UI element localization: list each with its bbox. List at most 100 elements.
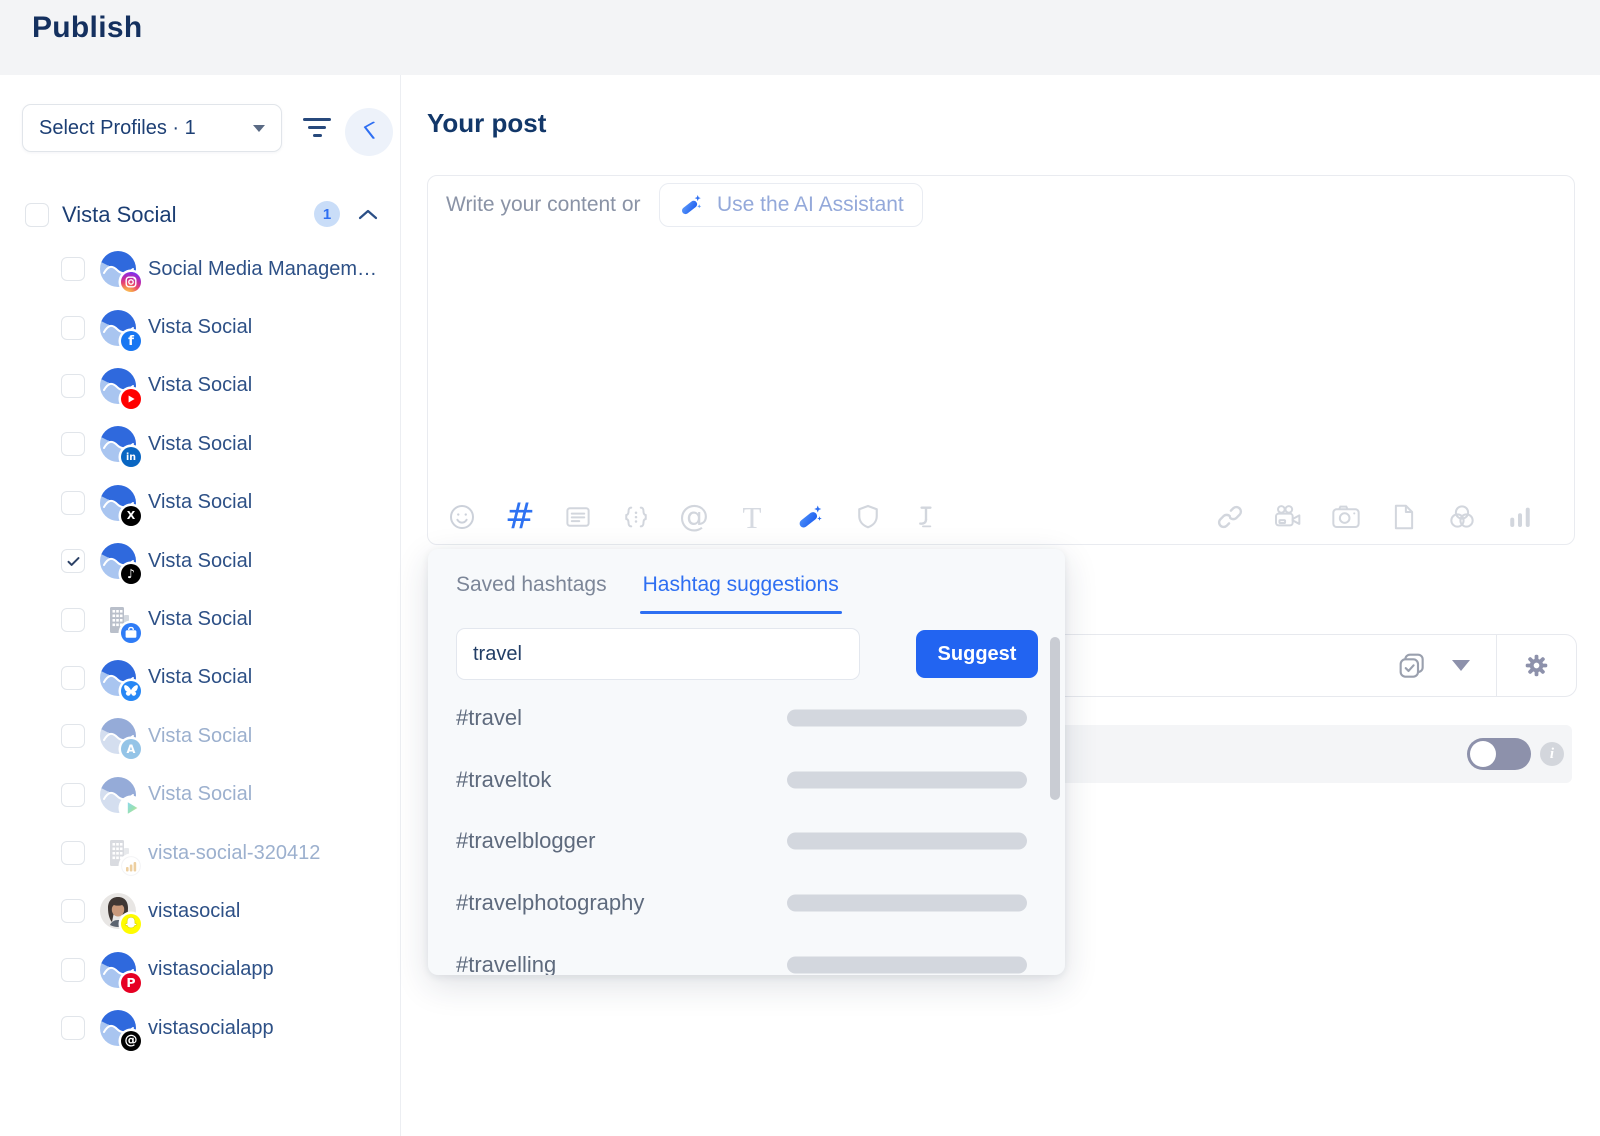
post-composer[interactable]: Write your content or Use the AI Assista… [427,175,1575,545]
option-toggle[interactable] [1467,738,1531,770]
info-icon[interactable]: i [1540,742,1564,766]
hashtag-row[interactable]: #travelphotography [428,872,1065,934]
profile-row[interactable]: fVista Social [0,298,400,356]
hashtag-row[interactable]: #traveltok [428,749,1065,811]
camera-icon[interactable] [1330,500,1362,534]
composer-toolbar-right [1214,500,1536,534]
hashtag-label: #travelling [456,952,556,975]
profile-checkbox[interactable] [61,899,85,923]
variables-icon[interactable] [620,500,652,534]
vista-social-logo-avatar: @ [100,1010,136,1046]
profile-checkbox[interactable] [61,257,85,281]
vista-social-logo-avatar [100,251,136,287]
profile-checkbox[interactable] [61,316,85,340]
hashtag-row[interactable]: #travelling [428,934,1065,975]
emoji-icon[interactable] [446,500,478,534]
vista-social-logo-avatar: f [100,310,136,346]
profile-row[interactable]: Vista Social [0,357,400,415]
person-avatar [100,893,136,929]
profile-row[interactable]: inVista Social [0,415,400,473]
profile-checkbox[interactable] [61,491,85,515]
toggle-knob [1470,741,1496,767]
group-checkbox[interactable] [25,203,49,227]
profile-checkbox[interactable] [61,1016,85,1040]
popularity-bar [787,956,1027,973]
profile-label: Vista Social [148,374,252,397]
profile-group-row[interactable]: Vista Social 1 [0,197,400,233]
profile-row[interactable]: Pvistasocialapp [0,941,400,999]
hashtag-row[interactable]: #travel [428,687,1065,749]
tiktok-badge-icon: ♪ [121,564,141,584]
profile-checkbox[interactable] [61,724,85,748]
profile-checkbox[interactable] [61,374,85,398]
hashtag-search-input[interactable] [456,628,860,680]
post-section-title: Your post [427,108,546,139]
profile-checkbox[interactable] [61,432,85,456]
chevron-left-icon [362,121,376,143]
chart-icon[interactable] [1504,500,1536,534]
select-profiles-dropdown[interactable]: Select Profiles · 1 [22,104,282,152]
settings-gear-icon[interactable] [1523,652,1550,679]
post-actions-bar [980,634,1577,697]
profile-row[interactable]: Vista Social [0,766,400,824]
profile-label: vistasocialapp [148,958,274,981]
popularity-bar [787,709,1027,726]
magic-wand-icon [678,192,704,218]
suggest-button[interactable]: Suggest [916,630,1038,678]
hashtag-tabs: Saved hashtags Hashtag suggestions [456,573,839,597]
profile-row[interactable]: XVista Social [0,474,400,532]
building-avatar [100,835,136,871]
vista-social-logo-avatar: X [100,485,136,521]
video-camera-icon[interactable] [1272,500,1304,534]
profile-checkbox[interactable] [61,783,85,807]
popup-scrollbar[interactable] [1050,637,1060,800]
profile-row[interactable]: vistasocial [0,882,400,940]
snapchat-badge-icon [121,914,141,934]
tab-hashtag-suggestions[interactable]: Hashtag suggestions [643,573,839,597]
file-icon[interactable] [1388,500,1420,534]
ai-wand-icon[interactable] [794,500,826,534]
profile-label: vistasocialapp [148,1017,274,1040]
vista-social-logo-avatar: A [100,718,136,754]
profile-row[interactable]: @ vistasocialapp [0,999,400,1057]
hashtag-label: #traveltok [456,767,551,793]
vista-social-logo-avatar: ♪ [100,543,136,579]
link-icon[interactable] [1214,500,1246,534]
profile-checkbox[interactable] [61,666,85,690]
mention-icon[interactable]: @ [678,500,710,534]
app-store-badge-icon: A [121,739,141,759]
text-format-icon[interactable]: T [736,500,768,534]
vista-social-logo-avatar: P [100,952,136,988]
profile-checkbox[interactable] [61,958,85,982]
profile-label: Vista Social [148,608,252,631]
notes-icon[interactable] [562,500,594,534]
tab-saved-hashtags[interactable]: Saved hashtags [456,573,607,597]
facebook-badge-icon: f [121,331,141,351]
profile-row[interactable]: ♪Vista Social [0,532,400,590]
vista-social-logo-avatar [100,660,136,696]
shield-icon[interactable] [852,500,884,534]
profile-row[interactable]: AVista Social [0,707,400,765]
hashtag-popup: Saved hashtags Hashtag suggestions Sugge… [428,549,1065,975]
profile-checkbox[interactable] [61,608,85,632]
media-overlap-icon[interactable] [1446,500,1478,534]
google-play-badge-icon [121,798,141,818]
dropdown-caret-icon[interactable] [1452,660,1470,671]
vista-social-logo-avatar: in [100,426,136,462]
profile-row[interactable]: vista-social-320412 [0,824,400,882]
hashtag-row[interactable]: #travelblogger [428,810,1065,872]
duplicate-check-icon[interactable] [1396,650,1428,682]
hashtag-icon[interactable]: # [504,500,536,534]
profile-row[interactable]: Social Media Managem… [0,240,400,298]
profile-label: Vista Social [148,666,252,689]
profile-checkbox[interactable] [61,549,85,573]
chevron-up-icon[interactable] [358,207,378,225]
filter-icon[interactable] [300,118,334,140]
profile-checkbox[interactable] [61,841,85,865]
profile-row[interactable]: Vista Social [0,649,400,707]
signature-icon[interactable] [910,500,942,534]
analytics-badge-icon [121,856,141,876]
ai-assistant-button[interactable]: Use the AI Assistant [659,183,923,227]
collapse-sidebar-button[interactable] [345,108,393,156]
profile-row[interactable]: Vista Social [0,590,400,648]
